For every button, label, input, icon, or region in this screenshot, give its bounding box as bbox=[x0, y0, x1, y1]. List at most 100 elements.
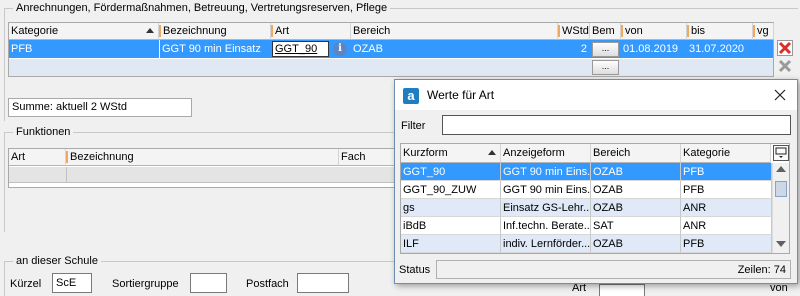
funktionen-title: Funktionen bbox=[13, 125, 74, 139]
scroll-thumb[interactable] bbox=[775, 181, 787, 197]
col-header-label: Art bbox=[275, 25, 290, 37]
col-header-label: Bereich bbox=[353, 25, 391, 37]
cell-kurzform[interactable]: GGT_90 bbox=[401, 163, 501, 181]
col-header-bereich[interactable]: Bereich bbox=[591, 144, 681, 163]
kuerzel-label: Kürzel bbox=[10, 278, 42, 290]
status-label: Status bbox=[399, 264, 431, 276]
sort-asc-icon bbox=[488, 150, 496, 155]
table-row[interactable]: GGT_90 GGT 90 min Eins... OZAB PFB bbox=[401, 163, 772, 181]
cell-art-editor[interactable]: GGT_90 i bbox=[271, 40, 351, 58]
schule-title: an dieser Schule bbox=[13, 254, 101, 268]
cell-wstd[interactable]: 2 bbox=[558, 40, 590, 58]
cell-bereich[interactable]: OZAB bbox=[351, 40, 558, 58]
cell-bereich[interactable]: OZAB bbox=[591, 181, 681, 199]
col-header-wstd[interactable]: WStd bbox=[558, 23, 590, 40]
cell-kategorie[interactable]: PFB bbox=[681, 163, 772, 181]
column-chooser-icon[interactable] bbox=[773, 145, 789, 161]
col-header-label: Kurzform bbox=[403, 147, 448, 159]
col-header-bezeichnung[interactable]: Bezeichnung bbox=[159, 23, 271, 40]
cell-bereich[interactable]: OZAB bbox=[591, 199, 681, 217]
cell-kategorie[interactable]: ANR bbox=[681, 199, 772, 217]
cell-kurzform[interactable]: ILF bbox=[401, 235, 501, 253]
col-header-art[interactable]: Art bbox=[271, 23, 351, 40]
cell-bereich[interactable]: SAT bbox=[591, 217, 681, 235]
sortiergruppe-label: Sortiergruppe bbox=[112, 278, 179, 290]
cell-kurzform[interactable]: GGT_90_ZUW bbox=[401, 181, 501, 199]
table-row[interactable]: GGT_90_ZUW GGT 90 min Eins... OZAB PFB bbox=[401, 181, 772, 199]
cell-von[interactable]: 01.08.2019 bbox=[621, 40, 687, 58]
filter-input[interactable] bbox=[442, 115, 791, 135]
cell-kategorie[interactable]: PFB bbox=[681, 235, 772, 253]
col-header-label: Kategorie bbox=[11, 25, 59, 37]
col-header-art[interactable]: Art bbox=[9, 149, 66, 166]
werte-grid[interactable]: Kurzform Anzeigeform Bereich Kategorie G… bbox=[400, 143, 790, 254]
vertical-scrollbar[interactable] bbox=[772, 163, 789, 253]
col-header-label: Bezeichnung bbox=[70, 151, 134, 163]
cell-anzeigeform[interactable]: GGT 90 min Eins... bbox=[501, 181, 591, 199]
art-select[interactable] bbox=[599, 284, 645, 296]
delete-row-icon[interactable] bbox=[777, 40, 793, 56]
cell-kurzform[interactable]: gs bbox=[401, 199, 501, 217]
col-header-kurzform[interactable]: Kurzform bbox=[401, 144, 501, 163]
col-header-bis[interactable]: bis bbox=[687, 23, 753, 40]
cell-anzeigeform[interactable]: indiv. Lernförder... bbox=[501, 235, 591, 253]
col-header-label: Anzeigeform bbox=[503, 147, 565, 159]
cell-bezeichnung[interactable]: GGT 90 min Einsatz bbox=[159, 40, 271, 58]
kuerzel-input[interactable]: ScE bbox=[52, 273, 92, 293]
col-header-kategorie[interactable]: Kategorie bbox=[9, 23, 159, 40]
funktionen-grid[interactable]: Art Bezeichnung Fach bbox=[8, 148, 429, 188]
col-header-anzeigeform[interactable]: Anzeigeform bbox=[501, 144, 591, 163]
table-row[interactable]: ILF indiv. Lernförder... OZAB PFB bbox=[401, 235, 772, 253]
col-header-vg[interactable]: vg bbox=[753, 23, 774, 40]
new-table-row[interactable]: ... bbox=[9, 59, 773, 76]
dialog-titlebar[interactable]: a Werte für Art bbox=[395, 80, 797, 110]
col-header-von[interactable]: von bbox=[621, 23, 687, 40]
app-logo-icon: a bbox=[403, 88, 419, 104]
col-header-label: Bezeichnung bbox=[163, 25, 227, 37]
postfach-label: Postfach bbox=[246, 278, 289, 290]
delete-row-disabled-icon[interactable] bbox=[777, 58, 793, 74]
col-header-kategorie[interactable]: Kategorie bbox=[681, 144, 771, 163]
cell-kurzform[interactable]: iBdB bbox=[401, 217, 501, 235]
anrechnungen-title: Anrechnungen, Fördermaßnahmen, Betreuung… bbox=[13, 1, 391, 15]
cell-kategorie[interactable]: PFB bbox=[9, 40, 159, 58]
bem-button[interactable]: ... bbox=[592, 42, 619, 57]
anrechnungen-grid[interactable]: Kategorie Bezeichnung Art Bereich WStd B… bbox=[8, 22, 774, 77]
sort-asc-icon bbox=[146, 28, 154, 33]
col-header-label: Bem bbox=[592, 25, 615, 37]
info-icon[interactable]: i bbox=[333, 42, 347, 56]
scroll-down-icon[interactable] bbox=[776, 241, 786, 247]
col-header-label: bis bbox=[691, 25, 706, 37]
sortiergruppe-input[interactable] bbox=[190, 273, 227, 293]
cell-bereich[interactable]: OZAB bbox=[591, 235, 681, 253]
cell-anzeigeform[interactable]: Inf.techn. Berate... bbox=[501, 217, 591, 235]
werte-fuer-art-dialog[interactable]: a Werte für Art Filter Kurzform Anzeigef… bbox=[394, 79, 798, 284]
cell-anzeigeform[interactable]: GGT 90 min Eins... bbox=[501, 163, 591, 181]
col-header-label: Bereich bbox=[593, 147, 631, 159]
col-header-bezeichnung[interactable]: Bezeichnung bbox=[66, 149, 339, 166]
cell-bem[interactable]: ... bbox=[590, 40, 621, 58]
dialog-title: Werte für Art bbox=[427, 88, 495, 102]
cell-vg[interactable] bbox=[753, 40, 773, 58]
col-header-label: Kategorie bbox=[683, 147, 731, 159]
filter-label: Filter bbox=[401, 120, 426, 132]
cell-kategorie[interactable]: ANR bbox=[681, 217, 772, 235]
cell-bis[interactable]: 31.07.2020 bbox=[687, 40, 753, 58]
col-header-bereich[interactable]: Bereich bbox=[351, 23, 558, 40]
col-header-bem[interactable]: Bem bbox=[590, 23, 621, 40]
table-row[interactable]: PFB GGT 90 min Einsatz GGT_90 i OZAB 2 .… bbox=[9, 40, 773, 59]
close-icon[interactable] bbox=[773, 88, 787, 102]
postfach-input[interactable] bbox=[297, 273, 349, 293]
summe-field: Summe: aktuell 2 WStd bbox=[8, 98, 192, 117]
new-table-row[interactable] bbox=[9, 167, 427, 183]
col-header-label: WStd bbox=[562, 25, 589, 37]
col-header-label: vg bbox=[757, 25, 769, 37]
cell-anzeigeform[interactable]: Einsatz GS-Lehr... bbox=[501, 199, 591, 217]
table-row[interactable]: gs Einsatz GS-Lehr... OZAB ANR bbox=[401, 199, 772, 217]
table-row[interactable]: iBdB Inf.techn. Berate... SAT ANR bbox=[401, 217, 772, 235]
scroll-up-icon[interactable] bbox=[776, 166, 786, 172]
art-input[interactable]: GGT_90 bbox=[272, 41, 329, 57]
cell-kategorie[interactable]: PFB bbox=[681, 181, 772, 199]
cell-bereich[interactable]: OZAB bbox=[591, 163, 681, 181]
new-row-bem-button[interactable]: ... bbox=[592, 60, 619, 75]
